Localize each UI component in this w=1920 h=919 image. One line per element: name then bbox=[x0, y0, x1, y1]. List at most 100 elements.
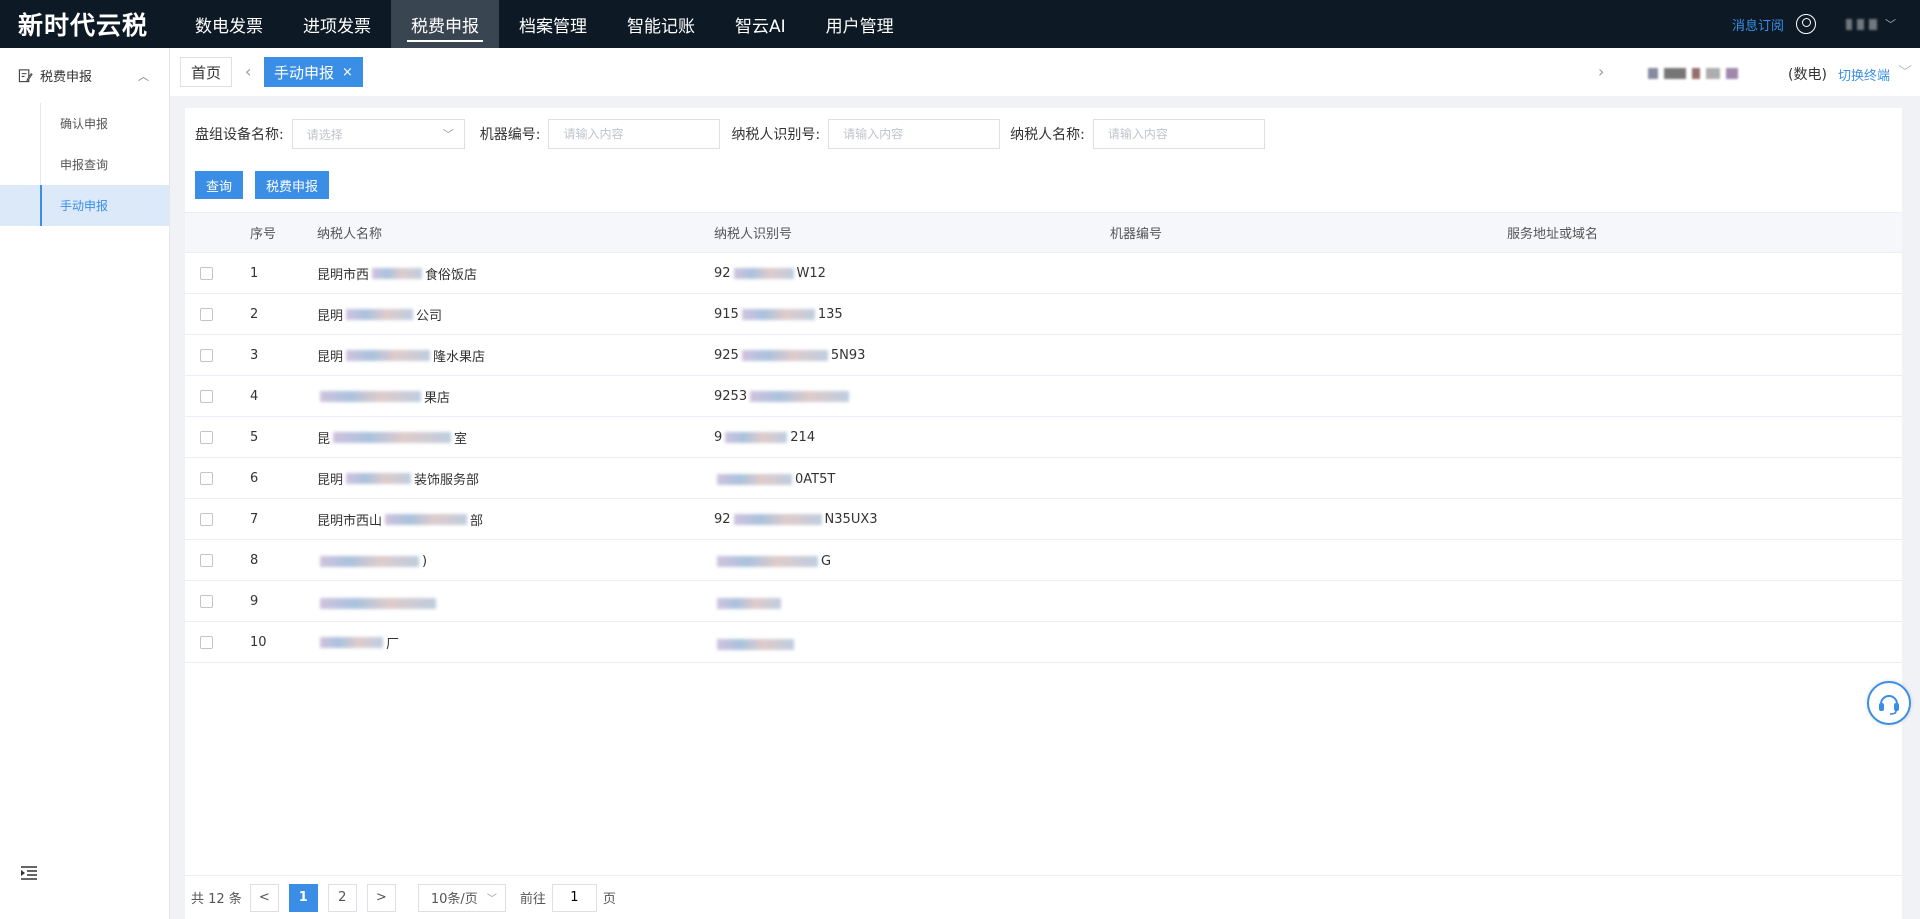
pagination-page-2[interactable]: 2 bbox=[327, 883, 357, 912]
row-checkbox[interactable] bbox=[200, 430, 213, 444]
taxid-input[interactable] bbox=[828, 119, 1001, 149]
row-no: 8 bbox=[250, 552, 259, 568]
redacted-mask bbox=[750, 390, 850, 402]
chevron-right-icon[interactable]: › bbox=[1598, 62, 1604, 81]
page-size-select[interactable]: 10条/页 ﹀ bbox=[417, 883, 506, 912]
user-name-redacted[interactable] bbox=[1846, 18, 1877, 30]
name-visible-start: 昆明市西 bbox=[317, 267, 370, 283]
nav-item-user-management[interactable]: 用户管理 bbox=[806, 0, 914, 48]
taxid-visible-end: 5N93 bbox=[830, 347, 866, 363]
redacted-mask bbox=[333, 431, 452, 443]
row-checkbox[interactable] bbox=[200, 389, 213, 403]
table-row[interactable]: 2 昆明 公司 915 135 bbox=[185, 294, 1902, 335]
row-taxid: 92 W12 bbox=[714, 266, 1110, 281]
table-row[interactable]: 6 昆明 装饰服务部 0AT5T bbox=[185, 458, 1902, 499]
row-no: 5 bbox=[250, 429, 259, 445]
row-taxpayer-name: 昆明市西山 部 bbox=[317, 510, 714, 529]
redacted-mask bbox=[320, 391, 421, 403]
row-taxpayer-name: ) bbox=[317, 551, 714, 569]
row-checkbox[interactable] bbox=[200, 594, 213, 608]
tax-declare-button[interactable]: 税费申报 bbox=[255, 171, 330, 199]
row-no: 7 bbox=[250, 511, 259, 527]
nav-item-archive[interactable]: 档案管理 bbox=[499, 0, 607, 48]
pagination: 共 12 条 < 1 2 > 10条/页 ﹀ 前往 页 bbox=[185, 875, 1902, 919]
row-checkbox[interactable] bbox=[200, 307, 213, 321]
sidebar-item-declaration-query[interactable]: 申报查询 bbox=[0, 144, 169, 185]
chevron-left-icon[interactable]: ‹ bbox=[245, 62, 251, 81]
close-icon[interactable]: × bbox=[342, 65, 353, 80]
table-row[interactable]: 4 果店 9253 bbox=[185, 376, 1902, 417]
name-visible-start: 昆明市西山 bbox=[317, 513, 383, 529]
redacted-mask bbox=[741, 349, 828, 361]
table-row[interactable]: 5 昆室 9 214 bbox=[185, 417, 1902, 458]
chevron-down-icon[interactable]: ﹀ bbox=[1898, 62, 1912, 82]
row-checkbox[interactable] bbox=[200, 553, 213, 567]
pagination-next[interactable]: > bbox=[366, 883, 396, 912]
nav-item-e-invoice[interactable]: 数电发票 bbox=[175, 0, 283, 48]
nav-item-smart-accounting[interactable]: 智能记账 bbox=[607, 0, 715, 48]
taxid-visible-end: G bbox=[821, 554, 832, 570]
sidebar-group-tax-declaration[interactable]: 税费申报 ︿ bbox=[0, 48, 169, 103]
row-no: 10 bbox=[250, 634, 267, 650]
taxid-visible-start: 915 bbox=[714, 306, 739, 322]
customer-service-icon[interactable] bbox=[1867, 681, 1911, 725]
table-row[interactable]: 7 昆明市西山 部 92 N35UX3 bbox=[185, 499, 1902, 540]
redacted-mask bbox=[717, 598, 781, 610]
collapse-menu-icon[interactable] bbox=[20, 865, 38, 881]
row-checkbox[interactable] bbox=[200, 266, 213, 280]
top-navbar: 新时代云税 数电发票 进项发票 税费申报 档案管理 智能记账 智云AI 用户管理… bbox=[0, 0, 1920, 48]
chevron-down-icon[interactable]: ﹀ bbox=[1885, 16, 1896, 32]
table-row[interactable]: 1 昆明市西 食俗饭店 92 W12 bbox=[185, 253, 1902, 294]
pagination-total: 共 12 条 bbox=[191, 892, 242, 907]
query-button[interactable]: 查询 bbox=[195, 171, 244, 199]
user-icon[interactable] bbox=[1796, 14, 1816, 34]
name-visible-end: 装饰服务部 bbox=[414, 472, 480, 488]
table-row[interactable]: 10 厂 bbox=[185, 622, 1902, 663]
sidebar-item-manual-declaration[interactable]: 手动申报 bbox=[0, 185, 169, 226]
col-taxid: 纳税人识别号 bbox=[714, 227, 793, 242]
nav-item-input-invoice[interactable]: 进项发票 bbox=[283, 0, 391, 48]
table-row[interactable]: 3 昆明 隆水果店 925 5N93 bbox=[185, 335, 1902, 376]
taxid-visible-start: 92 bbox=[714, 265, 731, 281]
brand-logo: 新时代云税 bbox=[18, 11, 149, 40]
taxid-visible-end: 0AT5T bbox=[795, 472, 836, 488]
goto-page-input[interactable] bbox=[551, 883, 597, 912]
row-taxpayer-name: 厂 bbox=[317, 632, 714, 653]
device-placeholder: 请选择 bbox=[306, 127, 343, 142]
device-select[interactable]: 请选择 ﹀ bbox=[291, 119, 465, 149]
row-taxid bbox=[714, 593, 1110, 610]
switch-terminal-link[interactable]: 切换终端 bbox=[1838, 65, 1890, 84]
nav-item-tax-declaration[interactable]: 税费申报 bbox=[391, 0, 499, 48]
name-visible-start: 昆明 bbox=[317, 349, 344, 365]
row-checkbox[interactable] bbox=[200, 635, 213, 649]
row-checkbox[interactable] bbox=[200, 471, 213, 485]
machine-no-input[interactable] bbox=[548, 119, 721, 149]
nav-item-ai[interactable]: 智云AI bbox=[715, 0, 806, 48]
table-header: 序号 纳税人名称 纳税人识别号 机器编号 服务地址或域名 bbox=[185, 212, 1902, 253]
message-subscribe-link[interactable]: 消息订阅 bbox=[1732, 15, 1784, 34]
redacted-mask bbox=[717, 474, 792, 486]
name-visible-end: 厂 bbox=[386, 637, 400, 653]
taxname-input[interactable] bbox=[1092, 119, 1265, 149]
row-taxpayer-name bbox=[317, 593, 714, 610]
sidebar-item-confirm-declaration[interactable]: 确认申报 bbox=[0, 103, 169, 144]
pagination-page-1[interactable]: 1 bbox=[288, 883, 318, 912]
row-taxid: G bbox=[714, 551, 1110, 570]
sidebar: 税费申报 ︿ 确认申报 申报查询 手动申报 bbox=[0, 48, 170, 919]
chevron-up-icon: ︿ bbox=[138, 69, 149, 83]
taxid-visible-start: 9253 bbox=[714, 388, 748, 404]
table-row[interactable]: 8) G bbox=[185, 540, 1902, 581]
table-row[interactable]: 9 bbox=[185, 581, 1902, 622]
row-no: 4 bbox=[250, 388, 259, 404]
row-checkbox[interactable] bbox=[200, 348, 213, 362]
name-visible-end: 室 bbox=[454, 431, 468, 447]
taxid-visible-start: 925 bbox=[714, 347, 739, 363]
tab-home[interactable]: 首页 bbox=[180, 57, 233, 87]
row-taxid: 92 N35UX3 bbox=[714, 512, 1110, 527]
pagination-prev[interactable]: < bbox=[249, 883, 279, 912]
redacted-mask bbox=[717, 556, 818, 568]
table-body: 1 昆明市西 食俗饭店 92 W12 2 昆明 公司 915 135 3 昆明 隆水果店 925 5N93 4… bbox=[185, 253, 1902, 663]
row-checkbox[interactable] bbox=[200, 512, 213, 526]
tab-manual-declaration[interactable]: 手动申报 × bbox=[264, 57, 363, 87]
col-machine: 机器编号 bbox=[1110, 227, 1163, 242]
